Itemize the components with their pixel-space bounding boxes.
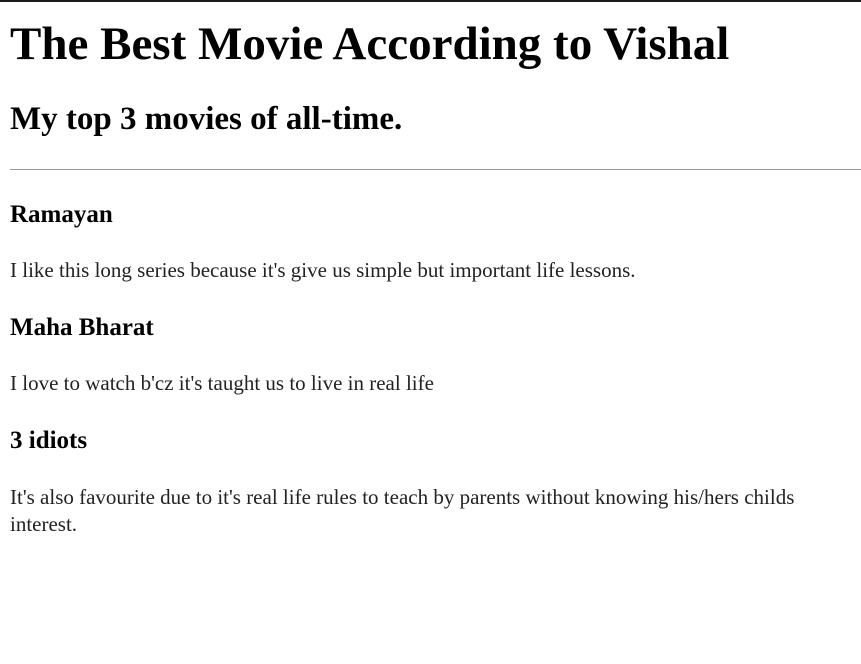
- movie-description: It's also favourite due to it's real lif…: [10, 485, 795, 536]
- section-divider: [10, 169, 861, 170]
- page-content: The Best Movie According to Vishal My to…: [0, 2, 861, 538]
- movie-title: 3 idiots: [10, 427, 88, 454]
- movie-title: Maha Bharat: [10, 314, 154, 341]
- movie-description: I love to watch b'cz it's taught us to l…: [10, 371, 434, 395]
- movie-title: Ramayan: [10, 201, 113, 228]
- page-title: The Best Movie According to Vishal: [10, 18, 730, 70]
- page-subtitle: My top 3 movies of all-time.: [10, 101, 403, 137]
- movie-description: I like this long series because it's giv…: [10, 258, 636, 282]
